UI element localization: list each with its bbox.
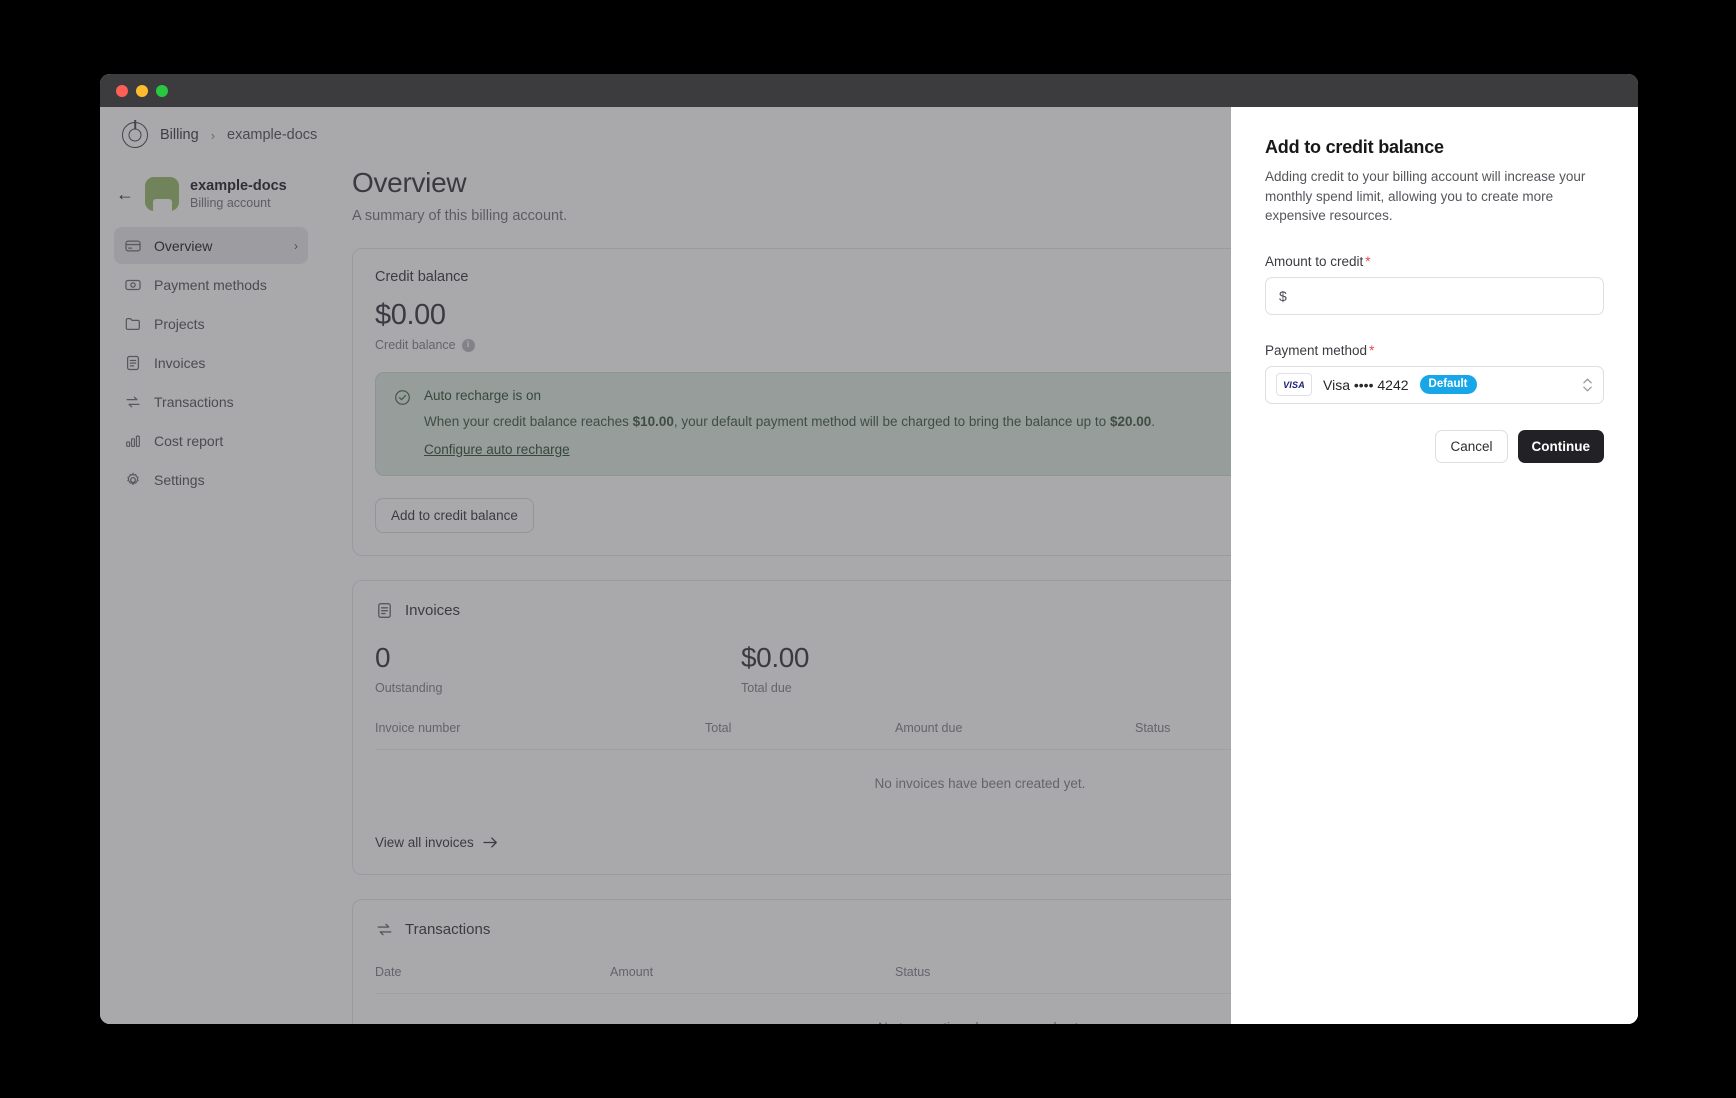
panel-description: Adding credit to your billing account wi… bbox=[1265, 169, 1586, 224]
document-icon bbox=[375, 601, 394, 620]
back-button[interactable]: ← bbox=[116, 185, 134, 203]
chevron-updown-icon[interactable] bbox=[1583, 378, 1592, 392]
sidebar-item-label: Payment methods bbox=[154, 276, 267, 293]
notice-suffix: . bbox=[1151, 414, 1156, 429]
auto-recharge-body: When your credit balance reaches $10.00,… bbox=[424, 412, 1155, 432]
stat-value: $0.00 bbox=[741, 641, 810, 673]
sidebar-item-label: Transactions bbox=[154, 393, 234, 410]
close-window-button[interactable] bbox=[116, 84, 128, 97]
bar-chart-icon bbox=[124, 432, 142, 450]
payment-method-text: Visa •••• 4242 bbox=[1323, 376, 1409, 393]
sidebar-item-invoices[interactable]: Invoices bbox=[114, 344, 308, 381]
column-header: Amount due bbox=[895, 720, 963, 735]
sidebar: ← example-docs Billing account Overview … bbox=[100, 163, 322, 1024]
amount-field-label: Amount to credit * bbox=[1265, 254, 1604, 269]
visa-logo-icon: VISA bbox=[1276, 373, 1312, 397]
column-header: Date bbox=[375, 964, 402, 979]
brand-logo-icon bbox=[122, 122, 148, 148]
payment-field-label: Payment method * bbox=[1265, 343, 1604, 358]
transfer-icon bbox=[375, 920, 394, 939]
default-badge: Default bbox=[1419, 375, 1477, 395]
payment-label-text: Payment method bbox=[1265, 342, 1368, 358]
breadcrumb-item-billing[interactable]: Billing bbox=[160, 127, 199, 143]
transfer-icon bbox=[124, 393, 142, 411]
window-titlebar bbox=[100, 74, 1638, 107]
sidebar-item-overview[interactable]: Overview › bbox=[114, 227, 308, 265]
billing-card-icon bbox=[145, 177, 179, 214]
gear-icon bbox=[124, 471, 142, 489]
sidebar-item-transactions[interactable]: Transactions bbox=[114, 383, 308, 420]
maximize-window-button[interactable] bbox=[156, 84, 168, 97]
browser-window: Billing › example-docs Search resources … bbox=[100, 74, 1638, 1024]
notice-middle: , your default payment method will be ch… bbox=[673, 414, 1110, 429]
breadcrumb-item-account[interactable]: example-docs bbox=[227, 127, 317, 143]
stat-label: Outstanding bbox=[375, 680, 443, 695]
account-switcher[interactable]: ← example-docs Billing account bbox=[114, 171, 308, 227]
sidebar-item-label: Cost report bbox=[154, 432, 224, 449]
required-marker: * bbox=[1365, 253, 1371, 269]
invoices-card-title: Invoices bbox=[405, 601, 461, 619]
invoices-stat-total-due: $0.00 Total due bbox=[741, 642, 1107, 695]
continue-button[interactable]: Continue bbox=[1517, 429, 1604, 463]
cancel-button[interactable]: Cancel bbox=[1435, 429, 1508, 463]
amount-label-text: Amount to credit bbox=[1265, 253, 1364, 269]
auto-recharge-title: Auto recharge is on bbox=[424, 388, 542, 403]
column-header: Invoice number bbox=[375, 720, 461, 735]
sidebar-item-payment-methods[interactable]: Payment methods bbox=[114, 266, 308, 303]
view-all-invoices-label: View all invoices bbox=[375, 834, 474, 850]
sidebar-item-label: Invoices bbox=[154, 354, 206, 371]
minimize-window-button[interactable] bbox=[136, 84, 148, 97]
configure-auto-recharge-link[interactable]: Configure auto recharge bbox=[424, 442, 570, 457]
visa-logo-text: VISA bbox=[1283, 379, 1305, 390]
credit-balance-amount-label: Credit balance bbox=[375, 338, 456, 352]
sidebar-item-cost-report[interactable]: Cost report bbox=[114, 422, 308, 459]
currency-prefix: $ bbox=[1279, 287, 1287, 304]
notice-threshold: $10.00 bbox=[632, 414, 674, 429]
breadcrumb-separator-icon: › bbox=[210, 127, 216, 143]
money-icon bbox=[124, 276, 142, 294]
stat-value: 0 bbox=[375, 641, 391, 673]
payment-method-select[interactable]: VISA Visa •••• 4242 Default bbox=[1265, 365, 1604, 404]
info-icon[interactable]: i bbox=[461, 338, 475, 352]
column-header: Amount bbox=[610, 964, 654, 979]
stat-label: Total due bbox=[741, 680, 792, 695]
sidebar-item-label: Overview bbox=[154, 237, 213, 254]
view-all-invoices-link[interactable]: View all invoices bbox=[375, 835, 498, 850]
sidebar-item-settings[interactable]: Settings bbox=[114, 461, 308, 498]
folder-icon bbox=[124, 315, 142, 333]
amount-to-credit-input[interactable]: $ bbox=[1265, 276, 1604, 315]
add-credit-panel: Add to credit balance Adding credit to y… bbox=[1231, 107, 1638, 1024]
check-circle-icon bbox=[395, 390, 410, 405]
transactions-card-title: Transactions bbox=[405, 920, 491, 938]
panel-title: Add to credit balance bbox=[1265, 137, 1444, 157]
sidebar-item-label: Projects bbox=[154, 315, 205, 332]
document-icon bbox=[124, 354, 142, 372]
add-to-credit-balance-button[interactable]: Add to credit balance bbox=[375, 497, 534, 533]
invoices-stat-outstanding: 0 Outstanding bbox=[375, 642, 741, 695]
card-icon bbox=[124, 237, 142, 255]
notice-target: $20.00 bbox=[1109, 414, 1152, 429]
chevron-right-icon: › bbox=[294, 238, 298, 253]
sidebar-item-projects[interactable]: Projects bbox=[114, 305, 308, 342]
account-name: example-docs bbox=[190, 178, 287, 194]
account-subtitle: Billing account bbox=[190, 196, 271, 211]
sidebar-item-label: Settings bbox=[154, 471, 205, 488]
notice-prefix: When your credit balance reaches bbox=[424, 414, 633, 429]
column-header: Total bbox=[705, 720, 732, 735]
required-marker: * bbox=[1369, 342, 1375, 358]
arrow-right-icon bbox=[483, 836, 497, 848]
